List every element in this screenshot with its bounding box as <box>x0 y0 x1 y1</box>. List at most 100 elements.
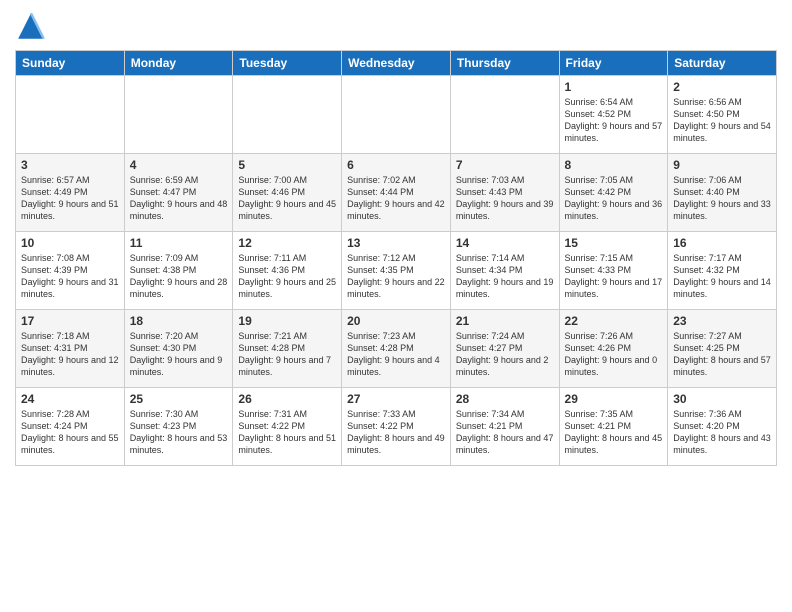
day-info: Sunrise: 7:17 AM Sunset: 4:32 PM Dayligh… <box>673 252 771 301</box>
table-row: 20 Sunrise: 7:23 AM Sunset: 4:28 PM Dayli… <box>342 310 451 388</box>
day-info: Sunrise: 6:57 AM Sunset: 4:49 PM Dayligh… <box>21 174 119 223</box>
logo-icon <box>15 10 47 42</box>
day-info: Sunrise: 7:26 AM Sunset: 4:26 PM Dayligh… <box>565 330 663 379</box>
table-row: 27 Sunrise: 7:33 AM Sunset: 4:22 PM Dayli… <box>342 388 451 466</box>
table-row: 4 Sunrise: 6:59 AM Sunset: 4:47 PM Daylig… <box>124 154 233 232</box>
day-number: 3 <box>21 158 119 172</box>
calendar-body: 1 Sunrise: 6:54 AM Sunset: 4:52 PM Daylig… <box>16 76 777 466</box>
day-number: 4 <box>130 158 228 172</box>
day-info: Sunrise: 7:31 AM Sunset: 4:22 PM Dayligh… <box>238 408 336 457</box>
table-row: 9Sunrise: 7:06 AM Sunset: 4:40 PM Daylig… <box>668 154 777 232</box>
day-number: 21 <box>456 314 554 328</box>
day-number: 10 <box>21 236 119 250</box>
day-info: Sunrise: 7:24 AM Sunset: 4:27 PM Dayligh… <box>456 330 554 379</box>
day-number: 25 <box>130 392 228 406</box>
table-row: 26 Sunrise: 7:31 AM Sunset: 4:22 PM Dayli… <box>233 388 342 466</box>
day-info: Sunrise: 7:09 AM Sunset: 4:38 PM Dayligh… <box>130 252 228 301</box>
table-row: 3 Sunrise: 6:57 AM Sunset: 4:49 PM Daylig… <box>16 154 125 232</box>
day-number: 2 <box>673 80 771 94</box>
day-number: 7 <box>456 158 554 172</box>
day-number: 1 <box>565 80 663 94</box>
day-number: 11 <box>130 236 228 250</box>
table-row: 17Sunrise: 7:18 AM Sunset: 4:31 PM Dayli… <box>16 310 125 388</box>
day-number: 28 <box>456 392 554 406</box>
table-row: 6 Sunrise: 7:02 AM Sunset: 4:44 PM Daylig… <box>342 154 451 232</box>
logo <box>15 10 51 42</box>
header <box>15 10 777 42</box>
day-info: Sunrise: 7:05 AM Sunset: 4:42 PM Dayligh… <box>565 174 663 223</box>
col-sunday: Sunday <box>16 51 125 76</box>
day-info: Sunrise: 6:56 AM Sunset: 4:50 PM Dayligh… <box>673 96 771 145</box>
day-info: Sunrise: 7:27 AM Sunset: 4:25 PM Dayligh… <box>673 330 771 379</box>
day-number: 8 <box>565 158 663 172</box>
col-saturday: Saturday <box>668 51 777 76</box>
day-number: 18 <box>130 314 228 328</box>
table-row: 15 Sunrise: 7:15 AM Sunset: 4:33 PM Dayli… <box>559 232 668 310</box>
day-number: 23 <box>673 314 771 328</box>
calendar-table: Sunday Monday Tuesday Wednesday Thursday… <box>15 50 777 466</box>
table-row: 24 Sunrise: 7:28 AM Sunset: 4:24 PM Dayli… <box>16 388 125 466</box>
day-info: Sunrise: 7:33 AM Sunset: 4:22 PM Dayligh… <box>347 408 445 457</box>
col-friday: Friday <box>559 51 668 76</box>
day-info: Sunrise: 7:12 AM Sunset: 4:35 PM Dayligh… <box>347 252 445 301</box>
day-info: Sunrise: 6:59 AM Sunset: 4:47 PM Dayligh… <box>130 174 228 223</box>
table-row: 1 Sunrise: 6:54 AM Sunset: 4:52 PM Daylig… <box>559 76 668 154</box>
table-row: 29Sunrise: 7:35 AM Sunset: 4:21 PM Dayli… <box>559 388 668 466</box>
calendar-week-row: 1 Sunrise: 6:54 AM Sunset: 4:52 PM Daylig… <box>16 76 777 154</box>
col-monday: Monday <box>124 51 233 76</box>
day-number: 30 <box>673 392 771 406</box>
table-row <box>233 76 342 154</box>
table-row: 7 Sunrise: 7:03 AM Sunset: 4:43 PM Daylig… <box>450 154 559 232</box>
day-number: 26 <box>238 392 336 406</box>
day-info: Sunrise: 7:28 AM Sunset: 4:24 PM Dayligh… <box>21 408 119 457</box>
table-row: 11 Sunrise: 7:09 AM Sunset: 4:38 PM Dayli… <box>124 232 233 310</box>
day-info: Sunrise: 7:11 AM Sunset: 4:36 PM Dayligh… <box>238 252 336 301</box>
day-info: Sunrise: 7:30 AM Sunset: 4:23 PM Dayligh… <box>130 408 228 457</box>
table-row: 12 Sunrise: 7:11 AM Sunset: 4:36 PM Dayli… <box>233 232 342 310</box>
day-info: Sunrise: 7:08 AM Sunset: 4:39 PM Dayligh… <box>21 252 119 301</box>
day-number: 6 <box>347 158 445 172</box>
table-row: 19Sunrise: 7:21 AM Sunset: 4:28 PM Dayli… <box>233 310 342 388</box>
day-info: Sunrise: 7:34 AM Sunset: 4:21 PM Dayligh… <box>456 408 554 457</box>
day-info: Sunrise: 7:00 AM Sunset: 4:46 PM Dayligh… <box>238 174 336 223</box>
day-number: 12 <box>238 236 336 250</box>
calendar-week-row: 24 Sunrise: 7:28 AM Sunset: 4:24 PM Dayli… <box>16 388 777 466</box>
table-row <box>450 76 559 154</box>
table-row: 2 Sunrise: 6:56 AM Sunset: 4:50 PM Daylig… <box>668 76 777 154</box>
table-row: 28 Sunrise: 7:34 AM Sunset: 4:21 PM Dayli… <box>450 388 559 466</box>
day-number: 20 <box>347 314 445 328</box>
day-number: 14 <box>456 236 554 250</box>
day-info: Sunrise: 7:15 AM Sunset: 4:33 PM Dayligh… <box>565 252 663 301</box>
day-info: Sunrise: 7:14 AM Sunset: 4:34 PM Dayligh… <box>456 252 554 301</box>
table-row: 13 Sunrise: 7:12 AM Sunset: 4:35 PM Dayli… <box>342 232 451 310</box>
table-row: 5Sunrise: 7:00 AM Sunset: 4:46 PM Daylig… <box>233 154 342 232</box>
table-row: 25 Sunrise: 7:30 AM Sunset: 4:23 PM Dayli… <box>124 388 233 466</box>
day-number: 16 <box>673 236 771 250</box>
table-row: 23 Sunrise: 7:27 AM Sunset: 4:25 PM Dayli… <box>668 310 777 388</box>
day-number: 22 <box>565 314 663 328</box>
calendar-week-row: 3 Sunrise: 6:57 AM Sunset: 4:49 PM Daylig… <box>16 154 777 232</box>
day-info: Sunrise: 6:54 AM Sunset: 4:52 PM Dayligh… <box>565 96 663 145</box>
col-wednesday: Wednesday <box>342 51 451 76</box>
day-info: Sunrise: 7:02 AM Sunset: 4:44 PM Dayligh… <box>347 174 445 223</box>
day-info: Sunrise: 7:36 AM Sunset: 4:20 PM Dayligh… <box>673 408 771 457</box>
day-number: 29 <box>565 392 663 406</box>
day-info: Sunrise: 7:03 AM Sunset: 4:43 PM Dayligh… <box>456 174 554 223</box>
calendar-week-row: 17Sunrise: 7:18 AM Sunset: 4:31 PM Dayli… <box>16 310 777 388</box>
table-row <box>124 76 233 154</box>
day-info: Sunrise: 7:20 AM Sunset: 4:30 PM Dayligh… <box>130 330 228 379</box>
day-number: 15 <box>565 236 663 250</box>
col-thursday: Thursday <box>450 51 559 76</box>
table-row: 22 Sunrise: 7:26 AM Sunset: 4:26 PM Dayli… <box>559 310 668 388</box>
day-number: 24 <box>21 392 119 406</box>
table-row: 10 Sunrise: 7:08 AM Sunset: 4:39 PM Dayli… <box>16 232 125 310</box>
table-row: 21 Sunrise: 7:24 AM Sunset: 4:27 PM Dayli… <box>450 310 559 388</box>
day-info: Sunrise: 7:18 AM Sunset: 4:31 PM Dayligh… <box>21 330 119 379</box>
day-number: 27 <box>347 392 445 406</box>
table-row: 16 Sunrise: 7:17 AM Sunset: 4:32 PM Dayli… <box>668 232 777 310</box>
table-row: 30 Sunrise: 7:36 AM Sunset: 4:20 PM Dayli… <box>668 388 777 466</box>
table-row <box>342 76 451 154</box>
day-number: 13 <box>347 236 445 250</box>
day-number: 19 <box>238 314 336 328</box>
day-info: Sunrise: 7:23 AM Sunset: 4:28 PM Dayligh… <box>347 330 445 379</box>
